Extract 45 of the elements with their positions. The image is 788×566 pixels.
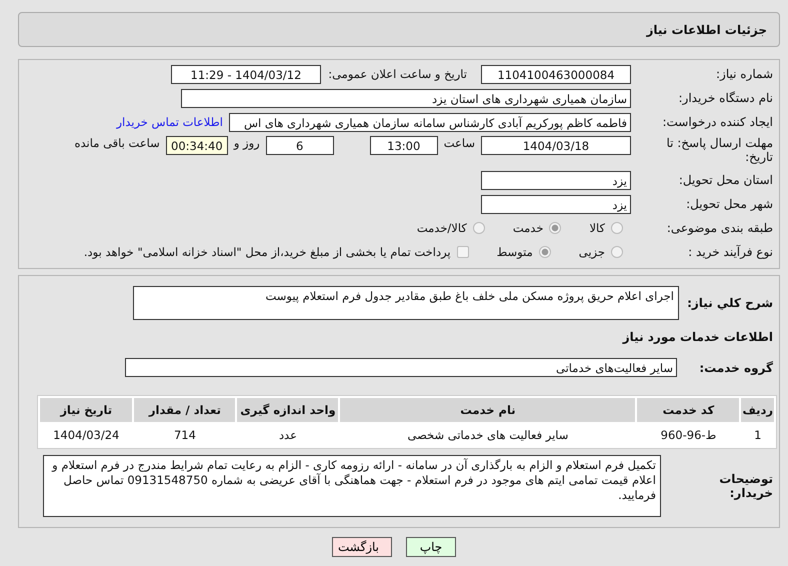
field-label: شهر محل تحویل: bbox=[685, 197, 773, 211]
deadline-date-field: 1404/03/18 bbox=[481, 136, 631, 155]
field-label: نوع فرآیند خرید : bbox=[687, 245, 773, 259]
field-label: شماره نیاز: bbox=[715, 67, 773, 81]
remaining-time-field: 00:34:40 bbox=[166, 136, 228, 155]
time-label: ساعت bbox=[444, 136, 475, 150]
page-title: جزئیات اطلاعات نیاز bbox=[646, 22, 767, 36]
column-header: واحد اندازه گیری bbox=[237, 398, 338, 422]
radio-label: خدمت bbox=[512, 221, 544, 235]
contact-link[interactable]: اطلاعات تماس خریدار bbox=[116, 115, 223, 129]
field-label: مهلت ارسال پاسخ: تا تاریخ: bbox=[665, 136, 773, 164]
city-field: یزد bbox=[481, 194, 631, 214]
requester-field: فاطمه کاظم پورکریم آبادی کارشناس سامانه سازمان همیاری شهرداری های اس bbox=[229, 112, 631, 132]
field-label: شرح کلي نياز: bbox=[687, 296, 773, 310]
field-label: گروه خدمت: bbox=[698, 360, 773, 374]
column-header: تعداد / مقدار bbox=[134, 398, 236, 422]
column-header: نام خدمت bbox=[340, 398, 636, 422]
days-label: روز و bbox=[234, 136, 260, 150]
description-field: اجرای اعلام حریق پروژه مسکن ملی خلف باغ طبق مقادیر جدول فرم استعلام پیوست bbox=[133, 286, 679, 320]
checkbox-label: پرداخت تمام یا بخشی از مبلغ خرید،از محل "اسناد خزانه اسلامی" خواهد بود. bbox=[84, 245, 451, 259]
column-header: ردیف bbox=[741, 398, 774, 422]
section-title: اطلاعات خدمات مورد نياز bbox=[621, 330, 773, 344]
radio-label: متوسط bbox=[496, 245, 533, 259]
field-label: ایجاد کننده درخواست: bbox=[661, 115, 773, 129]
buyer-notes-field: تکمیل فرم استعلام و الزام به بارگذاری آن در سامانه - ارائه رزومه کاری - الزام به رعایت تمام شرایط مندرج در فرم استعلام و اعلام قیمت تمامی ایتم های موجود در فرم استعلام - جهت هماهنگی با آقای عریضی به شماره 09131548750 تماس حاصل فرمایید. bbox=[43, 455, 661, 517]
need-number-field: 1104100463000084 bbox=[481, 64, 631, 84]
days-field: 6 bbox=[266, 136, 334, 155]
remaining-label: ساعت باقی مانده bbox=[74, 136, 160, 150]
radio-label: جزیی bbox=[578, 245, 605, 259]
radio-label: كالا bbox=[589, 221, 605, 235]
deadline-time-field: 13:00 bbox=[370, 136, 438, 155]
column-header: تاریخ نیاز bbox=[40, 398, 132, 422]
buyer-org-field: سازمان همیاری شهرداری های استان یزد bbox=[181, 88, 631, 108]
back-button[interactable]: بازگشت bbox=[332, 537, 392, 557]
announce-date-field: 1404/03/12 - 11:29 bbox=[171, 64, 321, 84]
field-label: طبقه بندی موضوعی: bbox=[666, 221, 773, 235]
radio-label: کالا/خدمت bbox=[416, 221, 467, 235]
field-label: نام دستگاه خریدار: bbox=[678, 91, 773, 105]
province-field: یزد bbox=[481, 170, 631, 190]
service-group-field: سایر فعالیت‌های خدماتی bbox=[125, 358, 677, 377]
print-button[interactable]: چاپ bbox=[406, 537, 456, 557]
column-header: کد خدمت bbox=[637, 398, 740, 422]
field-label: استان محل تحویل: bbox=[678, 173, 773, 187]
field-label: تاریخ و ساعت اعلان عمومی: bbox=[327, 67, 467, 81]
field-label: توضیحات خریدار: bbox=[718, 472, 773, 500]
